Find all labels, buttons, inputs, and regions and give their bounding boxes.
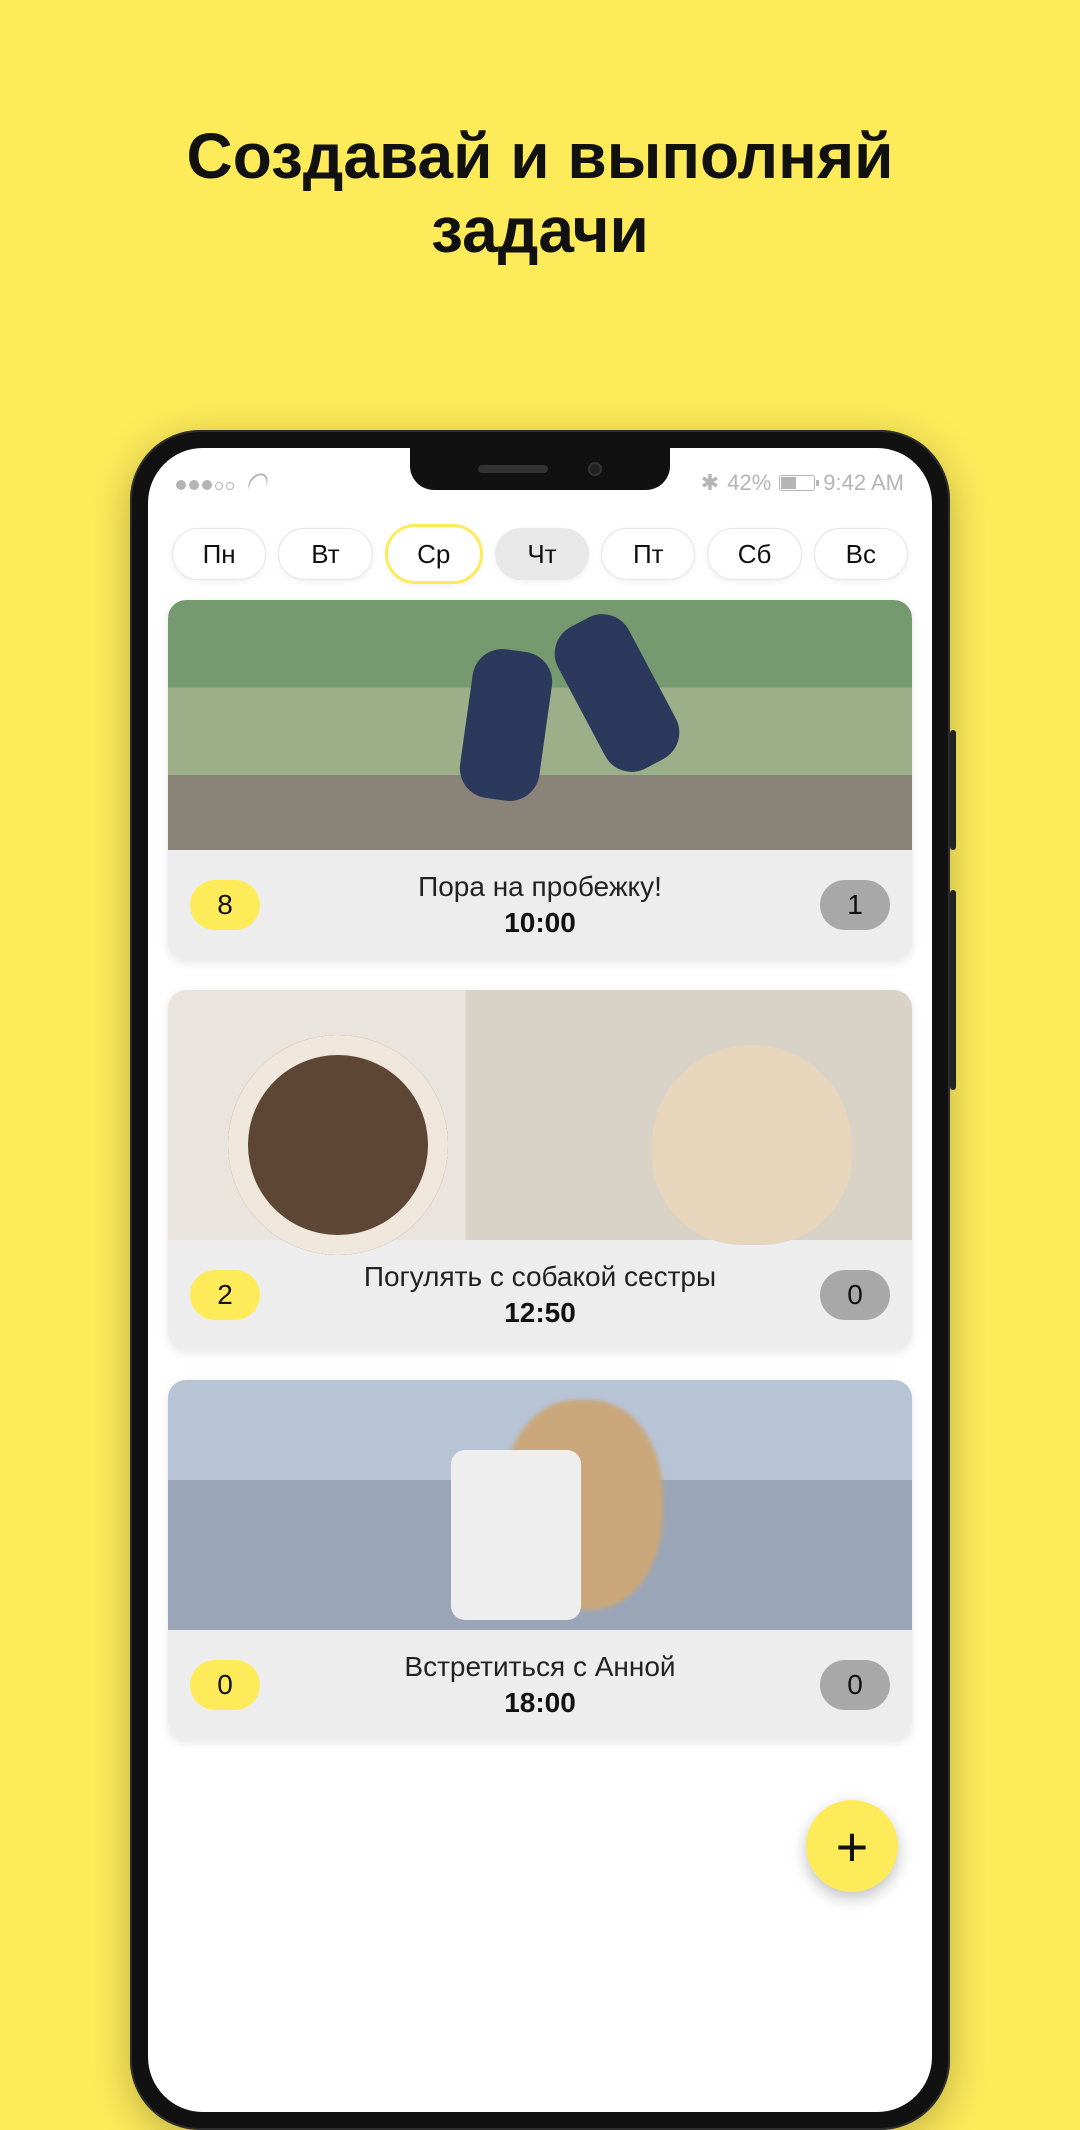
task-title: Погулять с собакой сестры: [260, 1261, 820, 1293]
speaker-slot: [478, 465, 548, 473]
day-label: Пн: [203, 539, 236, 570]
task-info: Встретиться с Анной 18:00: [260, 1651, 820, 1719]
day-tab-0[interactable]: Пн: [172, 528, 266, 580]
task-right-badge: 1: [820, 880, 890, 930]
day-tab-5[interactable]: Сб: [707, 528, 801, 580]
day-label: Сб: [738, 539, 772, 570]
wifi-icon: [247, 475, 269, 491]
front-camera: [588, 462, 602, 476]
day-tab-3[interactable]: Чт: [495, 528, 589, 580]
day-tab-1[interactable]: Вт: [278, 528, 372, 580]
task-card[interactable]: 8Пора на пробежку! 10:001: [168, 600, 912, 960]
task-time: 18:00: [260, 1687, 820, 1719]
task-left-badge: 8: [190, 880, 260, 930]
notch: [410, 448, 670, 490]
phone-side-button: [950, 890, 956, 1090]
day-selector: Пн Вт Ср Чт Пт Сб Вс: [148, 504, 932, 600]
day-label: Вс: [846, 539, 876, 570]
day-label: Пт: [633, 539, 664, 570]
clock: 9:42 AM: [823, 470, 904, 496]
day-tab-2[interactable]: Ср: [385, 524, 483, 584]
add-task-button[interactable]: +: [806, 1800, 898, 1892]
phone-side-button: [950, 730, 956, 850]
bluetooth-icon: ✱: [701, 470, 719, 496]
task-overlay: 8Пора на пробежку! 10:001: [168, 850, 912, 960]
task-overlay: 2Погулять с собакой сестры 12:500: [168, 1240, 912, 1350]
task-left-badge: 2: [190, 1270, 260, 1320]
promo-title: Создавай и выполняй задачи: [0, 0, 1080, 267]
phone-frame: ✱ 42% 9:42 AM Пн Вт Ср Чт Пт Сб Вс 8Пора на пр…: [130, 430, 950, 2130]
task-overlay: 0Встретиться с Анной 18:000: [168, 1630, 912, 1740]
task-left-badge: 0: [190, 1660, 260, 1710]
signal-dots-icon: [176, 470, 237, 496]
task-title: Встретиться с Анной: [260, 1651, 820, 1683]
task-card[interactable]: 2Погулять с собакой сестры 12:500: [168, 990, 912, 1350]
task-list: 8Пора на пробежку! 10:001 2Погулять с соба…: [148, 600, 932, 1740]
plus-icon: +: [836, 1814, 869, 1879]
task-image: [168, 1380, 912, 1630]
day-tab-6[interactable]: Вс: [814, 528, 908, 580]
task-right-badge: 0: [820, 1660, 890, 1710]
task-title: Пора на пробежку!: [260, 871, 820, 903]
task-time: 10:00: [260, 907, 820, 939]
task-info: Погулять с собакой сестры 12:50: [260, 1261, 820, 1329]
status-right: ✱ 42% 9:42 AM: [701, 470, 904, 496]
battery-icon: [779, 475, 815, 491]
day-tab-4[interactable]: Пт: [601, 528, 695, 580]
task-image: [168, 600, 912, 850]
day-label: Чт: [527, 539, 556, 570]
task-card[interactable]: 0Встретиться с Анной 18:000: [168, 1380, 912, 1740]
task-info: Пора на пробежку! 10:00: [260, 871, 820, 939]
screen: ✱ 42% 9:42 AM Пн Вт Ср Чт Пт Сб Вс 8Пора на пр…: [148, 448, 932, 2112]
day-label: Вт: [311, 539, 339, 570]
status-left: [176, 470, 269, 496]
battery-percent: 42%: [727, 470, 771, 496]
day-label: Ср: [417, 539, 450, 570]
task-right-badge: 0: [820, 1270, 890, 1320]
task-image: [168, 990, 912, 1240]
task-time: 12:50: [260, 1297, 820, 1329]
